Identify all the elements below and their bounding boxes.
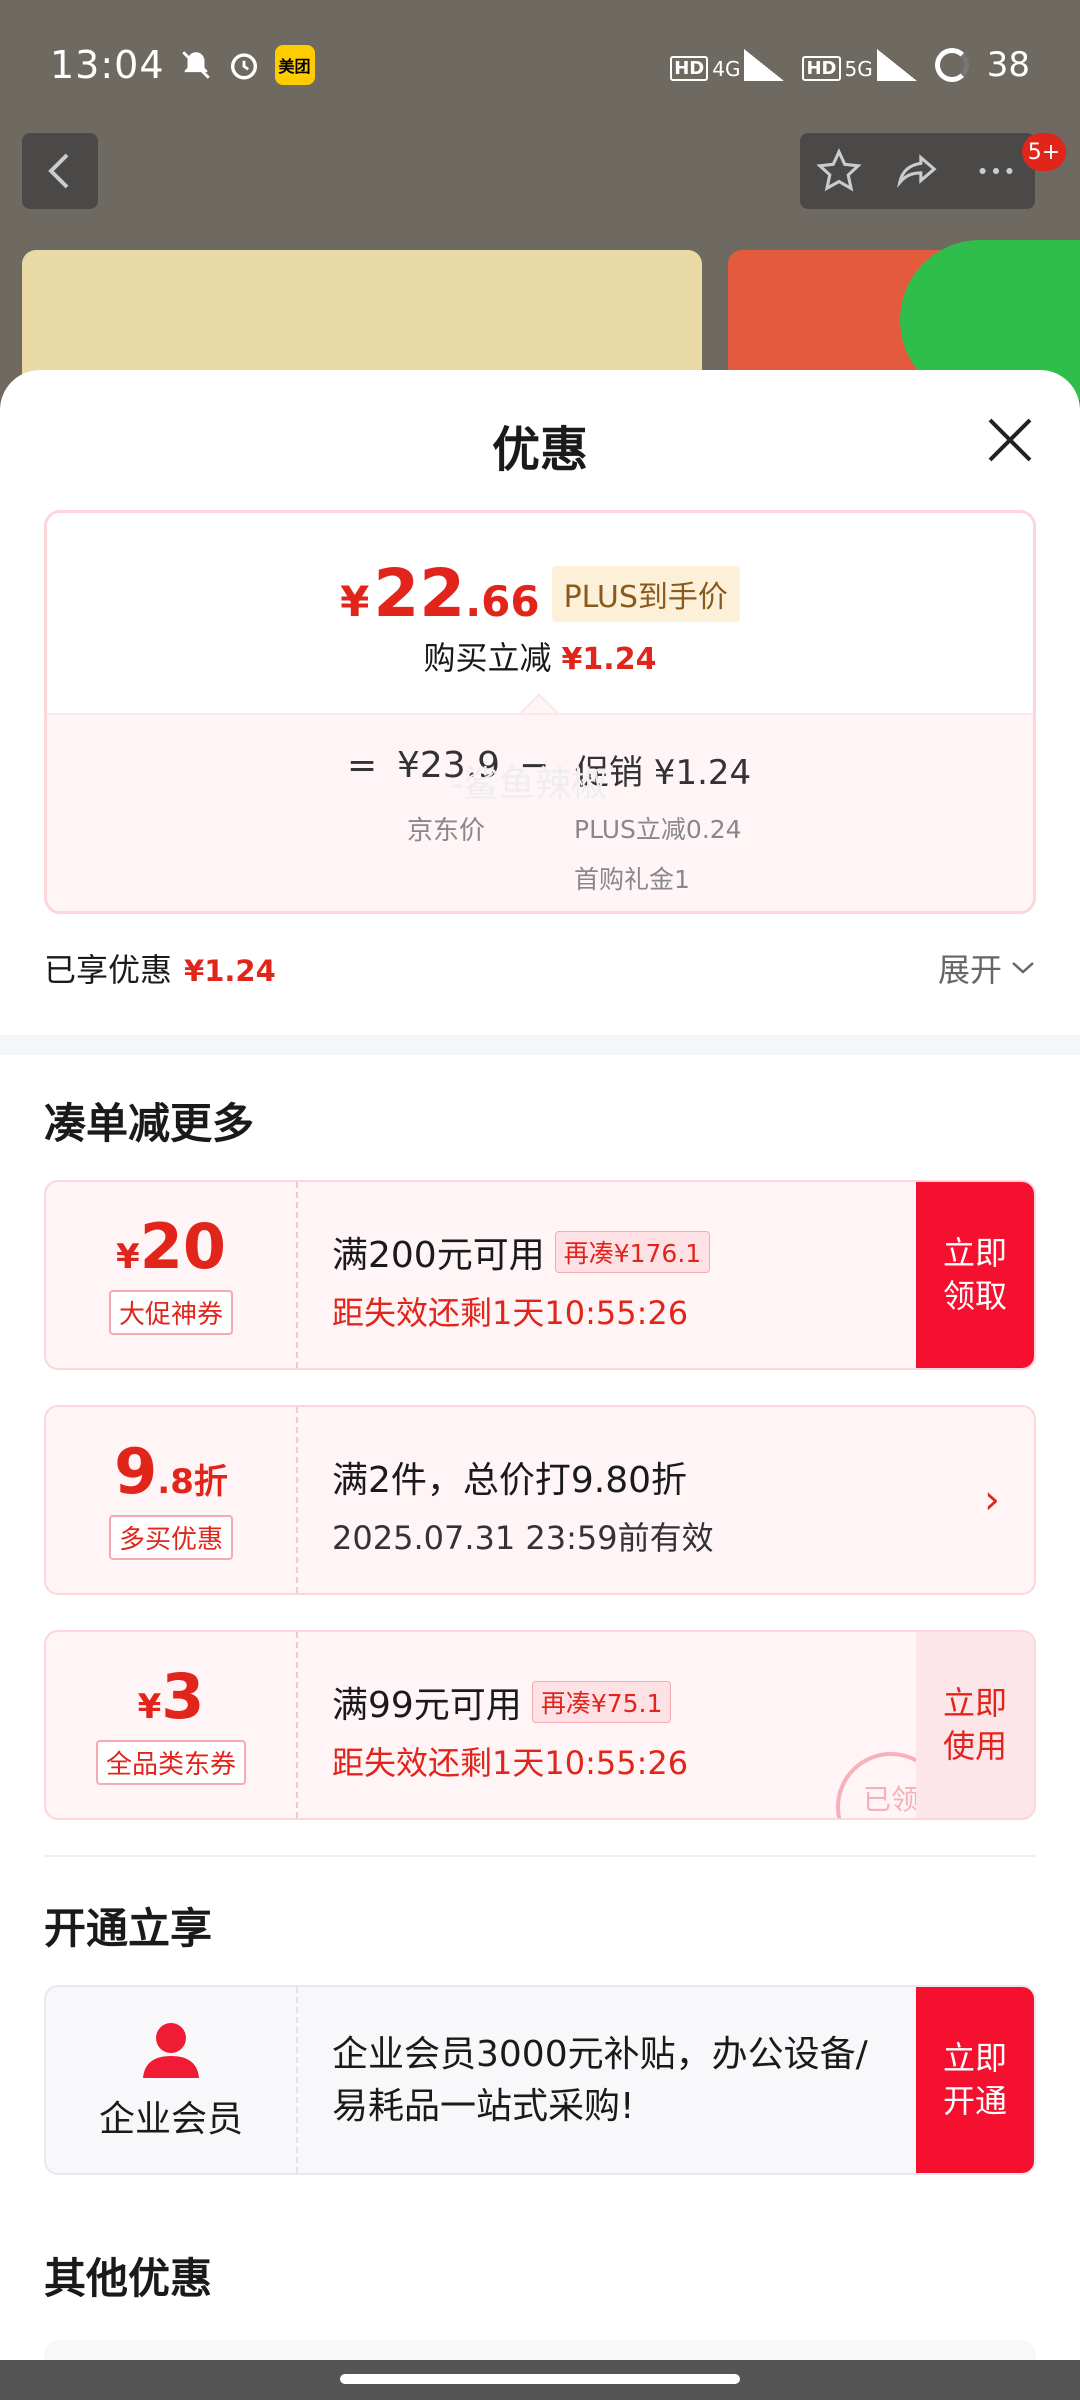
status-bar: 13:04 美团 HD 4G HD 5G 38	[0, 0, 1080, 130]
net-label-2: 5G	[844, 57, 873, 81]
coupon-amount: ¥20	[116, 1215, 226, 1278]
member-label: 企业会员	[98, 2099, 243, 2140]
discount-sheet: 优惠 ¥22.66 PLUS到手价 购买立减 ¥1.24 = ¥23.9 − 促销…	[0, 370, 1080, 2370]
more-icon[interactable]	[973, 148, 1019, 194]
coupon-amount: ¥3	[137, 1665, 205, 1728]
share-icon[interactable]	[894, 148, 940, 194]
expand-button[interactable]: 展开	[938, 945, 1036, 991]
currency-symbol: ¥	[116, 1236, 140, 1277]
status-icons-left: 美团	[179, 45, 315, 85]
divider	[44, 1855, 1036, 1857]
countdown-text: 距失效还剩1天10:55:26	[332, 1744, 689, 1782]
home-indicator[interactable]	[340, 2374, 740, 2384]
status-icons-right: HD 4G HD 5G 38	[670, 45, 1030, 85]
instant-cut-label: 购买立减	[423, 639, 552, 677]
price-formula-area: = ¥23.9 − 促销 ¥1.24 京东价 PLUS立减0.24 首购礼金1	[47, 713, 1033, 911]
condition-text: 满99元可用	[332, 1685, 522, 1726]
close-icon	[988, 418, 1032, 462]
final-price: ¥22.66	[340, 555, 540, 632]
battery-icon	[934, 48, 969, 82]
condition-text: 满2件，总价打9.80折	[332, 1460, 688, 1501]
sheet-title: 优惠	[491, 422, 588, 478]
section-divider	[0, 1035, 1080, 1055]
back-button[interactable]	[22, 133, 98, 209]
coupon-details: 满99元可用 再凑¥75.1 距失效还剩1天10:55:26	[332, 1676, 688, 1784]
expand-label: 展开	[938, 951, 1003, 989]
instant-cut-value: ¥1.24	[561, 642, 657, 677]
alarm-icon	[230, 53, 257, 80]
coupon-details: 满2件，总价打9.80折 2025.07.31 23:59前有效	[332, 1451, 714, 1559]
chevron-right-icon: ›	[984, 1477, 1000, 1523]
section-title-more: 凑单减更多	[44, 1099, 255, 1148]
coupon-value: ¥3 全品类东券	[46, 1632, 298, 1818]
mute-bell-icon	[181, 51, 210, 79]
close-button[interactable]	[985, 415, 1035, 465]
star-icon[interactable]	[816, 148, 862, 194]
add-more-tag: 再凑¥75.1	[531, 1681, 672, 1723]
price-breakdown-card: ¥22.66 PLUS到手价 购买立减 ¥1.24 = ¥23.9 − 促销 ¥1…	[44, 510, 1036, 914]
chevron-down-icon	[1012, 962, 1034, 974]
add-more-tag: 再凑¥176.1	[554, 1231, 711, 1273]
currency-symbol: ¥	[340, 577, 370, 626]
page-toolbar	[800, 133, 1035, 209]
coupon-card-jd: ¥3 全品类东券 满99元可用 再凑¥75.1 距失效还剩1天10:55:26 已…	[44, 1630, 1036, 1820]
signal-4g: HD 4G	[670, 49, 785, 81]
amount-value: 20	[139, 1209, 226, 1283]
coupon-value: 9.8折 多买优惠	[46, 1407, 298, 1593]
amount-value: 9	[114, 1434, 158, 1508]
instant-cut-row: 购买立减 ¥1.24	[47, 633, 1033, 679]
coupon-condition: 满200元可用 再凑¥176.1	[332, 1226, 711, 1278]
coupon-card-promo: ¥20 大促神券 满200元可用 再凑¥176.1 距失效还剩1天10:55:26…	[44, 1180, 1036, 1370]
coupon-card-multibuy[interactable]: 9.8折 多买优惠 满2件，总价打9.80折 2025.07.31 23:59前…	[44, 1405, 1036, 1595]
countdown-text: 距失效还剩1天10:55:26	[332, 1294, 689, 1332]
first-gift-label: 首购礼金1	[574, 865, 690, 894]
amount-value: 3	[161, 1659, 205, 1733]
use-coupon-button[interactable]: 立即 使用	[916, 1632, 1034, 1818]
enjoyed-discount: 已享优惠 ¥1.24	[44, 945, 276, 991]
coupon-type-tag: 全品类东券	[95, 1739, 246, 1785]
equals-sign: =	[347, 745, 378, 786]
status-time: 13:04	[50, 43, 165, 87]
validity-text: 2025.07.31 23:59前有效	[332, 1519, 714, 1557]
enterprise-member-card: 企业会员 企业会员3000元补贴，办公设备/易耗品一站式采购! 立即 开通	[44, 1985, 1036, 2175]
coupon-type-tag: 多买优惠	[108, 1514, 233, 1560]
amount-suffix: .8折	[157, 1461, 228, 1502]
condition-text: 满200元可用	[332, 1235, 545, 1276]
member-badge: 企业会员	[46, 1987, 298, 2173]
plus-price-tag: PLUS到手价	[551, 565, 740, 622]
plus-cut-label: PLUS立减0.24	[574, 815, 742, 844]
battery-level: 38	[986, 45, 1030, 85]
message-count-badge: 5+	[1022, 133, 1066, 171]
signal-icon	[744, 49, 785, 81]
user-icon	[143, 2023, 199, 2078]
chevron-left-icon	[48, 153, 69, 189]
section-title-open: 开通立享	[44, 1904, 213, 1953]
price-decimal: .66	[465, 577, 540, 626]
coupon-value: ¥20 大促神券	[46, 1182, 298, 1368]
final-price-row: ¥22.66 PLUS到手价	[47, 555, 1033, 632]
signal-5g: HD 5G	[802, 49, 917, 81]
price-integer: 22	[373, 555, 466, 632]
coupon-type-tag: 大促神券	[108, 1289, 233, 1335]
claim-coupon-button[interactable]: 立即 领取	[916, 1182, 1034, 1368]
coupon-amount: 9.8折	[114, 1440, 228, 1503]
signal-icon	[876, 49, 917, 81]
coupon-details: 满200元可用 再凑¥176.1 距失效还剩1天10:55:26	[332, 1226, 711, 1334]
enjoyed-value: ¥1.24	[184, 954, 276, 988]
jd-price-label: 京东价	[407, 816, 486, 846]
meituan-app-icon: 美团	[274, 45, 315, 85]
final-price-area: ¥22.66 PLUS到手价 购买立减 ¥1.24	[47, 513, 1033, 713]
currency-symbol: ¥	[137, 1686, 162, 1727]
watermark: -鲨鱼辣椒	[450, 764, 607, 805]
member-description: 企业会员3000元补贴，办公设备/易耗品一站式采购!	[332, 2034, 868, 2128]
net-label-1: 4G	[712, 57, 741, 81]
enjoyed-label: 已享优惠	[44, 951, 173, 989]
coupon-condition: 满99元可用 再凑¥75.1	[332, 1676, 688, 1728]
open-membership-button[interactable]: 立即 开通	[916, 1987, 1034, 2173]
section-title-other: 其他优惠	[44, 2254, 213, 2303]
